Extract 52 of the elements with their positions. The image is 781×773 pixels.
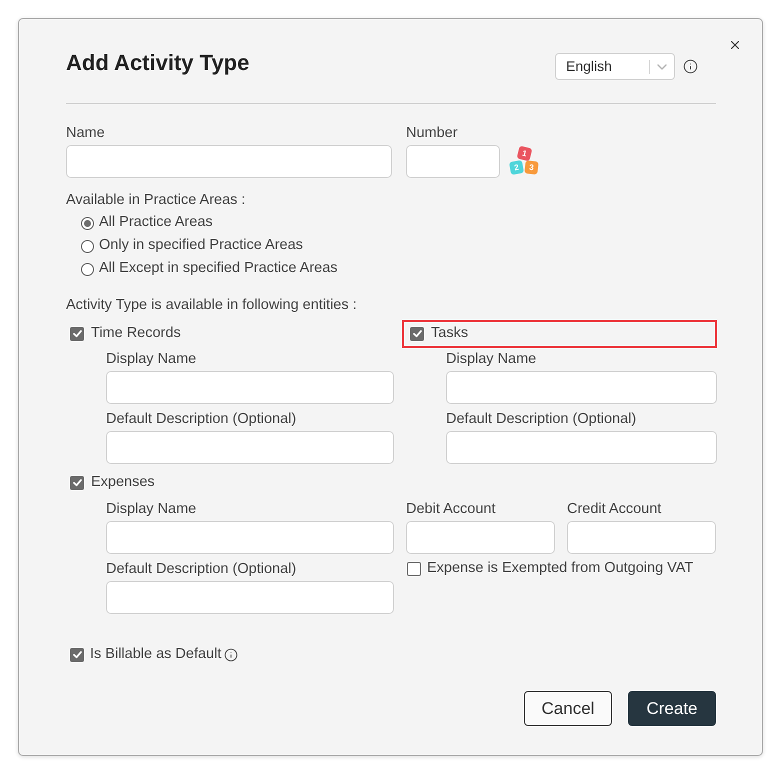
checkbox-label: Expense is Exempted from Outgoing VAT [427,559,694,578]
check-icon [72,479,82,487]
check-icon [72,651,82,659]
dialog-title: Add Activity Type [66,49,250,77]
checkbox[interactable] [70,327,84,341]
text-input[interactable] [446,371,717,404]
checkbox-label: Tasks [431,324,468,344]
check-icon [72,330,82,338]
checkbox-label: Time Records [91,324,181,344]
number-tile: 3 [524,160,539,175]
field-label: Default Description (Optional) [106,410,298,429]
text-input[interactable] [567,521,716,554]
text-input[interactable] [406,145,500,178]
text-input[interactable] [106,581,394,614]
field-label: Default Description (Optional) [106,560,298,579]
field-label: Debit Account [406,500,496,519]
radio-button[interactable] [81,216,94,230]
section-label: Activity Type is available in following entities : [66,296,357,315]
field-label: Display Name [446,350,538,369]
radio-label: All Practice Areas [99,213,213,232]
text-input[interactable] [66,145,392,178]
info-icon[interactable] [224,648,238,662]
radio-button[interactable] [81,240,94,252]
field-label: Default Description (Optional) [446,410,638,429]
checkbox[interactable] [70,648,84,662]
create-button[interactable]: Create [628,691,716,726]
checkbox[interactable] [70,476,84,490]
field-label: Credit Account [567,500,662,519]
checkbox-label: Is Billable as Default [90,645,222,664]
field-label: Number [406,124,459,143]
close-icon[interactable] [728,38,742,52]
radio-button[interactable] [81,262,94,276]
section-label: Available in Practice Areas : [66,191,246,210]
number-tile: 2 [508,160,524,176]
checkbox[interactable] [410,327,424,341]
field-label: Name [66,124,106,143]
radio-label: Only in specified Practice Areas [99,236,303,256]
language-select[interactable]: English [555,53,675,80]
number-tile: 1 [516,146,532,162]
checkbox-label: Expenses [91,473,155,492]
text-input[interactable] [106,431,394,464]
check-icon [412,330,422,338]
field-label: Display Name [106,500,198,519]
text-input[interactable] [406,521,555,554]
radio-label: All Except in specified Practice Areas [99,259,338,278]
text-input[interactable] [106,521,394,554]
text-input[interactable] [446,431,717,464]
text-input[interactable] [106,371,394,404]
field-label: Display Name [106,350,198,369]
checkbox[interactable] [407,562,421,576]
info-icon[interactable] [683,59,698,74]
cancel-button[interactable]: Cancel [524,691,612,726]
